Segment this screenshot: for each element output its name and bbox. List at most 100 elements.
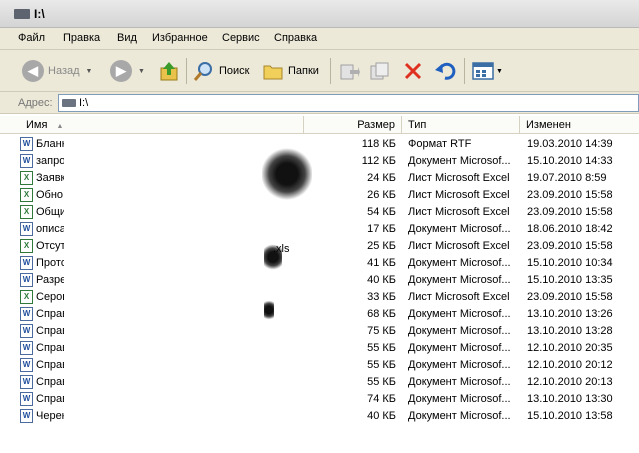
menu-tools[interactable]: Сервис (222, 32, 260, 44)
toolbar: ◀ Назад ▼ ▶ ▼ Поиск Папки ▼ (0, 50, 639, 92)
file-name: Справ (36, 376, 64, 388)
menu-view[interactable]: Вид (117, 32, 137, 44)
up-folder-icon (160, 62, 178, 81)
word-file-icon: W (20, 392, 33, 406)
excel-file-icon: X (20, 239, 33, 253)
file-size: 55 КБ (367, 342, 396, 354)
file-name: Заявк (36, 172, 64, 184)
file-name: Общи (36, 206, 64, 218)
address-bar: Адрес: I:\ (0, 92, 639, 114)
file-size: 75 КБ (367, 325, 396, 337)
file-size: 54 КБ (367, 206, 396, 218)
word-file-icon: W (20, 307, 33, 321)
file-type: Лист Microsoft Excel (408, 172, 510, 184)
file-type: Документ Microsof... (408, 325, 511, 337)
filename-fragment: .xls (273, 243, 290, 255)
file-modified: 12.10.2010 20:12 (527, 359, 613, 371)
back-arrow-icon: ◀ (22, 60, 44, 82)
window-title: I:\ (34, 7, 45, 21)
file-modified: 15.10.2010 13:35 (527, 274, 613, 286)
address-input[interactable]: I:\ (58, 94, 639, 112)
file-modified: 13.10.2010 13:26 (527, 308, 613, 320)
file-size: 17 КБ (367, 223, 396, 235)
file-type: Документ Microsof... (408, 308, 511, 320)
search-button[interactable]: Поиск (193, 58, 249, 84)
menu-help[interactable]: Справка (274, 32, 317, 44)
file-modified: 23.09.2010 15:58 (527, 291, 613, 303)
file-modified: 12.10.2010 20:35 (527, 342, 613, 354)
file-modified: 15.10.2010 13:58 (527, 410, 613, 422)
file-modified: 18.06.2010 18:42 (527, 223, 613, 235)
toolbar-separator (186, 58, 187, 84)
drive-icon (14, 9, 30, 19)
drive-icon (62, 99, 76, 107)
views-dropdown-icon[interactable]: ▼ (496, 68, 503, 75)
copy-to-button[interactable] (368, 58, 390, 84)
search-icon (193, 62, 212, 81)
excel-file-icon: X (20, 188, 33, 202)
copy-to-icon (370, 62, 389, 80)
search-label: Поиск (219, 65, 250, 77)
file-type: Документ Microsof... (408, 359, 511, 371)
file-type: Лист Microsoft Excel (408, 240, 510, 252)
word-file-icon: W (20, 358, 33, 372)
column-header-name[interactable]: Имя ▲ (20, 116, 304, 134)
forward-arrow-icon: ▶ (110, 60, 132, 82)
menu-favorites[interactable]: Избранное (152, 32, 208, 44)
file-name: Обно (36, 189, 64, 201)
file-name: запро (36, 155, 64, 167)
folders-button[interactable]: Папки (262, 58, 319, 84)
views-button[interactable]: ▼ (472, 58, 503, 84)
file-modified: 15.10.2010 14:33 (527, 155, 613, 167)
file-size: 112 КБ (361, 155, 396, 167)
file-name: Прото (36, 257, 64, 269)
file-modified: 13.10.2010 13:28 (527, 325, 613, 337)
up-button[interactable] (158, 58, 180, 84)
file-modified: 19.07.2010 8:59 (527, 172, 607, 184)
forward-dropdown-icon[interactable]: ▼ (138, 68, 145, 75)
file-type: Лист Microsoft Excel (408, 206, 510, 218)
file-name: Бланк (36, 138, 64, 150)
file-size: 55 КБ (367, 359, 396, 371)
file-size: 24 КБ (367, 172, 396, 184)
back-dropdown-icon[interactable]: ▼ (86, 68, 93, 75)
delete-button[interactable] (402, 58, 424, 84)
file-size: 33 КБ (367, 291, 396, 303)
file-type: Лист Microsoft Excel (408, 291, 510, 303)
forward-button[interactable]: ▶ ▼ (110, 58, 145, 84)
address-label: Адрес: (18, 97, 53, 109)
menu-bar: Файл Правка Вид Избранное Сервис Справка (0, 28, 639, 50)
file-type: Документ Microsof... (408, 274, 511, 286)
excel-file-icon: X (20, 290, 33, 304)
excel-file-icon: X (20, 171, 33, 185)
word-file-icon: W (20, 256, 33, 270)
file-modified: 23.09.2010 15:58 (527, 206, 613, 218)
menu-edit[interactable]: Правка (63, 32, 100, 44)
file-size: 68 КБ (367, 308, 396, 320)
column-headers: Имя ▲ Размер Тип Изменен (0, 116, 639, 134)
file-name: Серов (36, 291, 64, 303)
file-name: Разре (36, 274, 64, 286)
file-type: Документ Microsof... (408, 342, 511, 354)
delete-icon (404, 62, 422, 80)
file-size: 41 КБ (367, 257, 396, 269)
file-modified: 23.09.2010 15:58 (527, 240, 613, 252)
column-header-size[interactable]: Размер (304, 116, 402, 134)
column-header-modified[interactable]: Изменен (520, 116, 639, 134)
menu-file[interactable]: Файл (18, 32, 45, 44)
undo-button[interactable] (434, 58, 456, 84)
excel-file-icon: X (20, 205, 33, 219)
file-type: Документ Microsof... (408, 376, 511, 388)
file-type: Документ Microsof... (408, 393, 511, 405)
file-modified: 13.10.2010 13:30 (527, 393, 613, 405)
word-file-icon: W (20, 273, 33, 287)
file-type: Формат RTF (408, 138, 472, 150)
back-button[interactable]: ◀ Назад ▼ (22, 58, 92, 84)
word-file-icon: W (20, 341, 33, 355)
column-header-type[interactable]: Тип (402, 116, 520, 134)
file-type: Документ Microsof... (408, 155, 511, 167)
word-file-icon: W (20, 375, 33, 389)
toolbar-separator (330, 58, 331, 84)
word-file-icon: W (20, 154, 33, 168)
move-to-button[interactable] (338, 58, 360, 84)
